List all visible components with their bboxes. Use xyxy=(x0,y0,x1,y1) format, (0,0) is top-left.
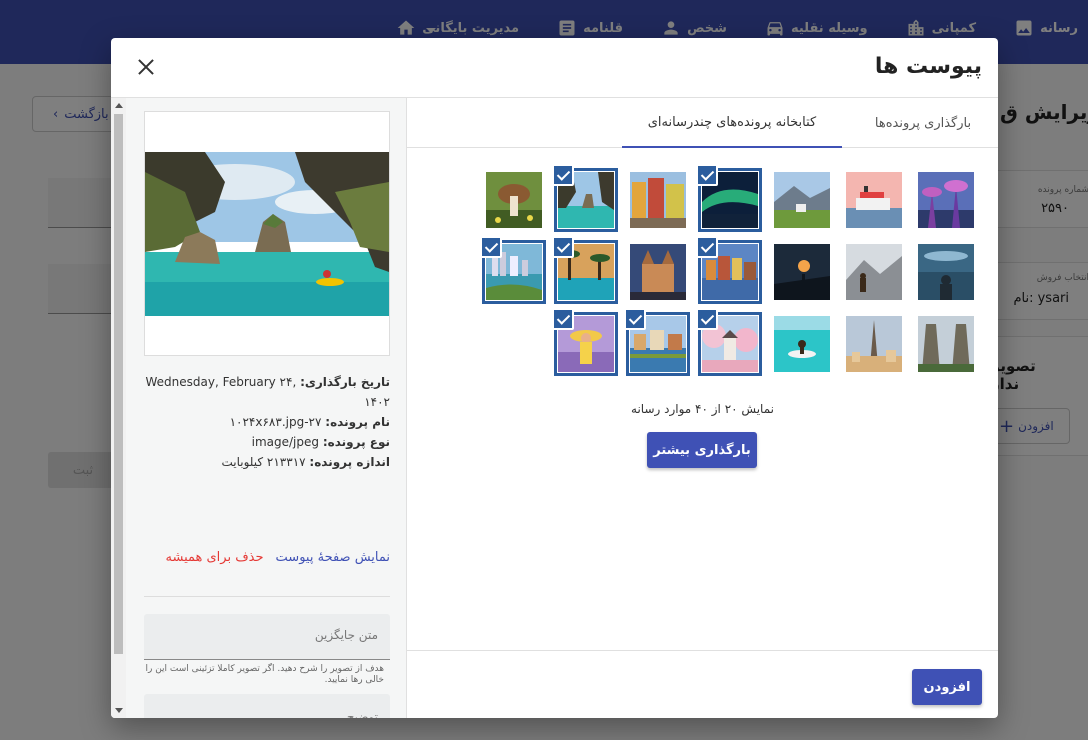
file-size-row: اندازه پرونده: ۲۱۳۳۱۷ کیلوبایت xyxy=(144,452,390,472)
file-name-value: ۲۷-۱۰۲۴x۶۸۳.jpg xyxy=(229,415,322,429)
check-icon[interactable] xyxy=(696,308,718,330)
dialog-title: پیوست ها xyxy=(874,54,982,79)
delete-permanently-link[interactable]: حذف برای همیشه xyxy=(166,550,264,565)
scroll-down-icon[interactable] xyxy=(115,708,123,713)
scroll-thumb[interactable] xyxy=(114,114,123,654)
attachments-dialog: پیوست ها تاریخ بارگذاری: Wednesday, Febr… xyxy=(111,38,998,718)
check-icon[interactable] xyxy=(696,164,718,186)
media-grid xyxy=(407,148,998,648)
file-size-value: ۲۱۳۳۱۷ کیلوبایت xyxy=(221,455,306,469)
media-thumbnail-mushroom[interactable] xyxy=(486,172,542,228)
attachment-preview xyxy=(144,111,390,356)
load-more-button[interactable]: بارگذاری بیشتر xyxy=(647,432,757,468)
scroll-up-icon[interactable] xyxy=(115,103,123,108)
tab-media-library[interactable]: کتابخانه پرونده‌های چندرسانه‌ای xyxy=(622,98,842,148)
thumbnail-image xyxy=(630,244,686,300)
thumbnail-image xyxy=(774,244,830,300)
check-icon[interactable] xyxy=(480,236,502,258)
file-type-label: نوع پرونده: xyxy=(322,435,390,449)
description-field[interactable]: توضیح xyxy=(144,694,390,718)
media-thumbnail-supertrees[interactable] xyxy=(918,172,974,228)
alt-text-field[interactable]: متن جایگزین xyxy=(144,614,390,660)
thumbnail-image xyxy=(846,244,902,300)
media-thumbnail-lake-man[interactable] xyxy=(918,244,974,300)
check-icon[interactable] xyxy=(696,236,718,258)
media-thumbnail-mountain-field[interactable] xyxy=(774,172,830,228)
thumbnail-image xyxy=(630,172,686,228)
file-type-row: نوع پرونده: image/jpeg xyxy=(144,432,390,452)
file-size-label: اندازه پرونده: xyxy=(309,455,390,469)
upload-date-label: تاریخ بارگذاری: xyxy=(300,375,390,389)
media-thumbnail-colorful-street[interactable] xyxy=(630,172,686,228)
scrollbar[interactable] xyxy=(111,98,126,718)
file-name-label: نام پرونده: xyxy=(325,415,390,429)
media-thumbnail-cruise[interactable] xyxy=(846,172,902,228)
thumbnail-image xyxy=(918,316,974,372)
attachment-links: نمایش صفحهٔ پیوست حذف برای همیشه xyxy=(144,550,391,565)
media-thumbnail-paddle-sea[interactable] xyxy=(774,316,830,372)
add-button[interactable]: افزودن xyxy=(912,669,982,705)
media-thumbnail-hiker-mountain[interactable] xyxy=(846,244,902,300)
thumbnail-image xyxy=(486,172,542,228)
dialog-footer: افزودن xyxy=(407,650,998,718)
media-thumbnail-sunset-silhouette[interactable] xyxy=(774,244,830,300)
thumbnail-image xyxy=(918,244,974,300)
preview-image xyxy=(145,152,389,316)
alt-text-help: هدف از تصویر را شرح دهید. اگر تصویر کامل… xyxy=(145,664,384,685)
file-name-row: نام پرونده: ۲۷-۱۰۲۴x۶۸۳.jpg xyxy=(144,412,390,432)
media-thumbnail-eiffel[interactable] xyxy=(846,316,902,372)
thumbnail-image xyxy=(846,172,902,228)
thumbnail-image xyxy=(918,172,974,228)
thumbnail-image xyxy=(774,172,830,228)
thumbnail-image xyxy=(774,316,830,372)
dialog-header: پیوست ها xyxy=(111,38,998,98)
tab-upload-files[interactable]: بارگذاری پرونده‌ها xyxy=(858,98,988,148)
check-icon[interactable] xyxy=(552,308,574,330)
check-icon[interactable] xyxy=(552,236,574,258)
file-type-value: image/jpeg xyxy=(251,435,320,449)
alt-text-placeholder: متن جایگزین xyxy=(314,628,378,642)
upload-date-row: تاریخ بارگذاری: Wednesday, February ۲۴, … xyxy=(144,372,390,412)
thumbnail-image xyxy=(846,316,902,372)
media-thumbnail-castle[interactable] xyxy=(630,244,686,300)
attachment-details-panel: تاریخ بارگذاری: Wednesday, February ۲۴, … xyxy=(111,98,407,718)
close-icon[interactable] xyxy=(135,56,157,78)
check-icon[interactable] xyxy=(624,308,646,330)
media-count-text: نمایش ۲۰ از ۴۰ موارد رسانه xyxy=(631,402,774,416)
media-tabs: بارگذاری پرونده‌ها کتابخانه پرونده‌های چ… xyxy=(407,98,998,148)
check-icon[interactable] xyxy=(552,164,574,186)
attachment-meta: تاریخ بارگذاری: Wednesday, February ۲۴, … xyxy=(144,372,390,472)
description-placeholder: توضیح xyxy=(346,710,378,718)
view-attachment-link[interactable]: نمایش صفحهٔ پیوست xyxy=(276,550,390,565)
media-thumbnail-temple-gate[interactable] xyxy=(918,316,974,372)
divider xyxy=(144,596,390,597)
